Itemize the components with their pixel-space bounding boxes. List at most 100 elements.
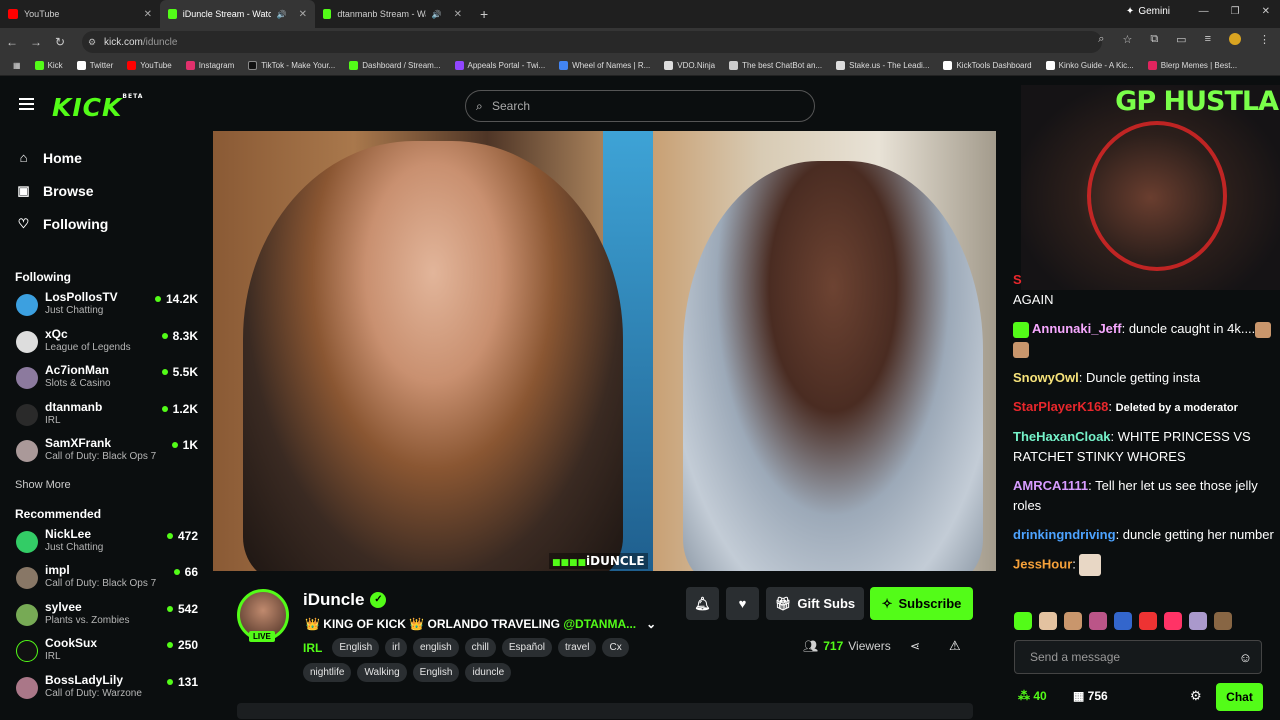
apps-icon[interactable]: ▦ xyxy=(6,61,28,70)
stream-category[interactable]: IRL xyxy=(303,641,322,655)
url-field[interactable]: ⚙ kick.com/iduncle xyxy=(82,31,1102,53)
notifications-button[interactable]: 🔔︎ xyxy=(686,587,719,620)
sidebar-channel[interactable]: dtanmanb IRL 1.2K xyxy=(0,400,210,437)
tag[interactable]: irl xyxy=(385,638,407,657)
bookmark[interactable]: VDO.Ninja xyxy=(657,61,722,70)
show-more-link[interactable]: Show More xyxy=(0,479,210,491)
report-icon[interactable]: ⚠ xyxy=(949,638,961,654)
tag[interactable]: iduncle xyxy=(465,663,512,682)
send-chat-button[interactable]: Chat xyxy=(1216,683,1263,711)
sidebar-channel[interactable]: BossLadyLily Call of Duty: Warzone 131 xyxy=(0,673,210,710)
restore-icon[interactable]: ❐ xyxy=(1231,6,1240,17)
emote-icon[interactable] xyxy=(1089,612,1107,630)
bookmark[interactable]: Instagram xyxy=(179,61,242,70)
emoji-icon[interactable]: ☺ xyxy=(1239,650,1252,665)
bookmark[interactable]: The best ChatBot an... xyxy=(722,61,829,70)
heart-emote-icon[interactable] xyxy=(1164,612,1182,630)
reload-icon[interactable]: ↻ xyxy=(48,35,72,49)
forward-icon[interactable]: → xyxy=(24,35,48,49)
star-icon[interactable]: ☆ xyxy=(1122,33,1132,46)
follow-button[interactable]: ♥ xyxy=(726,587,759,620)
tab-dtanmanb[interactable]: dtanmanb Stream - Watch Live 🔊 ✕ xyxy=(315,0,470,28)
zoom-icon[interactable]: ⌕ xyxy=(1098,33,1104,46)
emote-icon[interactable] xyxy=(1214,612,1232,630)
close-tab-icon[interactable]: ✕ xyxy=(144,9,152,20)
cast-icon[interactable]: ▭ xyxy=(1176,33,1186,46)
search-input[interactable]: ⌕ Search xyxy=(465,90,815,122)
close-window-icon[interactable]: ✕ xyxy=(1262,6,1270,17)
tag[interactable]: English xyxy=(412,663,460,682)
chat-username[interactable]: AMRCA1111 xyxy=(1013,478,1088,493)
emote-icon[interactable] xyxy=(1114,612,1132,630)
kick-logo[interactable]: KICKBETA xyxy=(52,93,143,122)
stream-title-mention[interactable]: @DTANMA... xyxy=(563,617,636,631)
tag[interactable]: english xyxy=(412,638,459,657)
emote-icon[interactable] xyxy=(1064,612,1082,630)
media-icon[interactable]: ≡ xyxy=(1205,33,1211,46)
subscriber-count[interactable]: ▦ 756 xyxy=(1073,689,1108,703)
chat-message-input[interactable]: Send a message ☺ xyxy=(1014,640,1262,674)
emote-icon[interactable] xyxy=(1039,612,1057,630)
tab-youtube[interactable]: YouTube ✕ xyxy=(0,0,160,28)
video-player[interactable]: ■■■■iDUNCLE xyxy=(213,131,996,571)
emote-icon[interactable] xyxy=(1189,612,1207,630)
tag[interactable]: Español xyxy=(501,638,553,657)
nav-browse[interactable]: ▣ Browse xyxy=(0,174,210,207)
subscribe-button[interactable]: ✧ Subscribe xyxy=(870,587,973,620)
bookmark[interactable]: Twitter xyxy=(70,61,121,70)
share-icon[interactable]: ⋖ xyxy=(910,639,920,653)
chat-username[interactable]: S xyxy=(1013,272,1022,287)
tag[interactable]: English xyxy=(332,638,380,657)
chat-username[interactable]: JessHour xyxy=(1013,556,1072,571)
sidebar-channel[interactable]: LosPollosTV Just Chatting 14.2K xyxy=(0,290,210,327)
menu-icon[interactable]: ⋮ xyxy=(1259,33,1270,46)
close-tab-icon[interactable]: ✕ xyxy=(454,9,462,20)
profile-avatar[interactable] xyxy=(1229,33,1241,45)
sidebar-channel[interactable]: SamXFrank Call of Duty: Black Ops 7 1K xyxy=(0,436,210,473)
chat-username[interactable]: TheHaxanCloak xyxy=(1013,429,1111,444)
bookmark[interactable]: Kick xyxy=(28,61,70,70)
speaker-icon[interactable]: 🔊 xyxy=(277,10,287,19)
speaker-icon[interactable]: 🔊 xyxy=(432,10,442,19)
new-tab-button[interactable]: + xyxy=(480,6,488,22)
sidebar-channel[interactable]: NickLee Just Chatting 472 xyxy=(0,527,210,564)
sidebar-channel[interactable]: xQc League of Legends 8.3K xyxy=(0,327,210,364)
nav-following[interactable]: ♡ Following xyxy=(0,207,210,240)
sidebar-channel[interactable]: impl Call of Duty: Black Ops 7 66 xyxy=(0,563,210,600)
gift-subs-button[interactable]: 🎁︎ Gift Subs xyxy=(766,587,864,620)
bookmark[interactable]: Kinko Guide - A Kic... xyxy=(1039,61,1141,70)
bookmark[interactable]: Dashboard / Stream... xyxy=(342,61,447,70)
channel-points[interactable]: ⁂ 40 xyxy=(1018,689,1047,703)
site-info-icon[interactable]: ⚙ xyxy=(88,37,96,48)
chat-settings-icon[interactable]: ⚙ xyxy=(1190,688,1202,704)
hamburger-menu-icon[interactable] xyxy=(19,98,34,110)
bookmark[interactable]: Stake.us - The Leadi... xyxy=(829,61,936,70)
sidebar-channel[interactable]: CookSux IRL 250 xyxy=(0,636,210,673)
tag[interactable]: Walking xyxy=(357,663,407,682)
bookmark[interactable]: KickTools Dashboard xyxy=(936,61,1038,70)
pick-kick-emote-icon[interactable] xyxy=(1014,612,1032,630)
gemini-button[interactable]: ✦ Gemini xyxy=(1126,6,1170,17)
streamer-name[interactable]: iDuncle ✓ xyxy=(303,590,387,610)
nav-home[interactable]: ⌂ Home xyxy=(0,141,210,174)
extensions-icon[interactable]: ⧉ xyxy=(1150,33,1158,46)
tag[interactable]: chill xyxy=(464,638,496,657)
emote-icon[interactable] xyxy=(1139,612,1157,630)
bookmark[interactable]: YouTube xyxy=(120,61,178,70)
sidebar-channel[interactable]: Ac7ionMan Slots & Casino 5.5K xyxy=(0,363,210,400)
bookmark[interactable]: TikTok - Make Your... xyxy=(241,61,342,70)
chat-username[interactable]: Annunaki_Jeff xyxy=(1032,321,1122,336)
sidebar-channel[interactable]: sylvee Plants vs. Zombies 542 xyxy=(0,600,210,637)
chat-username[interactable]: SnowyOwl xyxy=(1013,370,1079,385)
tag[interactable]: nightlife xyxy=(303,663,352,682)
chevron-down-icon[interactable]: ⌄ xyxy=(646,617,656,631)
bookmark[interactable]: Appeals Portal - Twi... xyxy=(448,61,553,70)
minimize-icon[interactable]: — xyxy=(1199,6,1209,17)
tag[interactable]: travel xyxy=(558,638,597,657)
bookmark[interactable]: Wheel of Names | R... xyxy=(552,61,657,70)
chat-username[interactable]: drinkingndriving xyxy=(1013,527,1116,542)
tag[interactable]: Cx xyxy=(602,638,629,657)
back-icon[interactable]: ← xyxy=(0,35,24,49)
tab-iduncle[interactable]: iDuncle Stream - Watch Live 🔊 ✕ xyxy=(160,0,315,28)
chat-username[interactable]: StarPlayerK168 xyxy=(1013,399,1108,414)
